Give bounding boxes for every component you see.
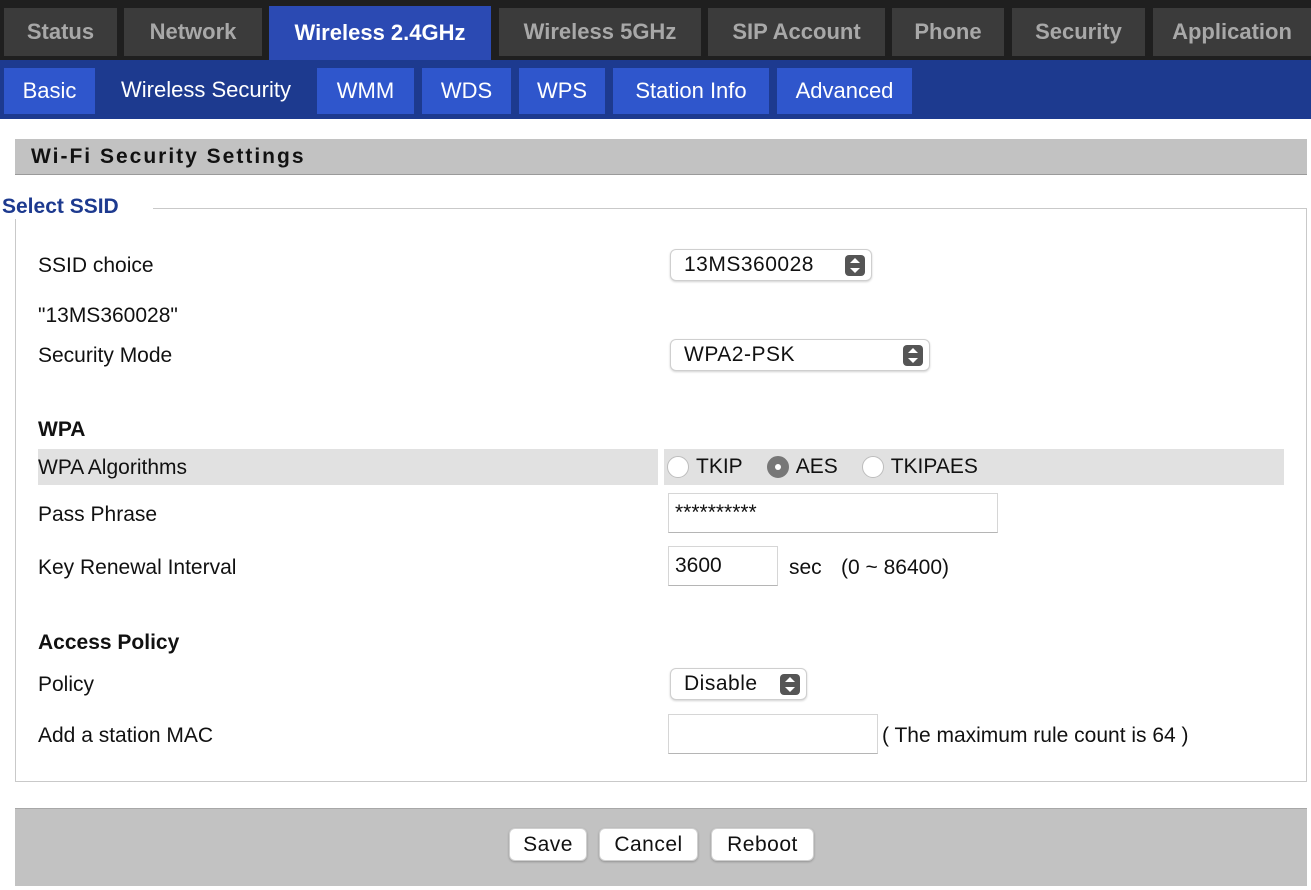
- add-mac-label: Add a station MAC: [38, 724, 214, 747]
- main-nav-bar: Status Network Wireless 2.4GHz Wireless …: [0, 0, 1311, 60]
- section-title: Wi-Fi Security Settings: [15, 139, 1307, 175]
- ssid-choice-select[interactable]: 13MS360028: [670, 249, 872, 281]
- subtab-wds[interactable]: WDS: [422, 68, 511, 114]
- select-arrows-icon: [903, 345, 923, 366]
- key-renewal-unit: sec: [789, 556, 822, 579]
- key-renewal-input[interactable]: 3600: [668, 546, 778, 586]
- select-arrows-icon: [845, 255, 865, 276]
- wpa-algorithms-label: WPA Algorithms: [38, 456, 187, 479]
- security-mode-value: WPA2-PSK: [684, 343, 795, 366]
- radio-tkipaes-label: TKIPAES: [890, 455, 978, 478]
- pass-phrase-label: Pass Phrase: [38, 503, 158, 526]
- sub-nav-bar: Basic Wireless Security WMM WDS WPS Stat…: [0, 60, 1311, 119]
- policy-value: Disable: [684, 672, 758, 695]
- key-renewal-range: (0 ~ 86400): [841, 556, 949, 579]
- wpa-algorithms-radio-group: TKIP AES TKIPAES: [667, 454, 1002, 480]
- tab-wireless-2-4ghz[interactable]: Wireless 2.4GHz: [269, 6, 491, 60]
- key-renewal-label: Key Renewal Interval: [38, 556, 237, 579]
- reboot-button[interactable]: Reboot: [711, 828, 814, 861]
- subtab-wireless-security[interactable]: Wireless Security: [103, 60, 309, 119]
- current-ssid-text: "13MS360028": [38, 304, 178, 327]
- tab-sip-account[interactable]: SIP Account: [708, 8, 885, 56]
- tab-status[interactable]: Status: [4, 8, 117, 56]
- max-rule-note: ( The maximum rule count is 64 ): [882, 724, 1189, 747]
- select-ssid-legend: Select SSID: [0, 195, 153, 219]
- policy-label: Policy: [38, 673, 95, 696]
- radio-tkip-label: TKIP: [696, 455, 743, 478]
- access-policy-heading: Access Policy: [38, 631, 180, 654]
- pass-phrase-input[interactable]: **********: [668, 493, 998, 533]
- cancel-button[interactable]: Cancel: [599, 828, 698, 861]
- select-ssid-fieldset: [15, 208, 1307, 782]
- security-mode-label: Security Mode: [38, 344, 173, 367]
- save-button[interactable]: Save: [509, 828, 587, 861]
- subtab-advanced[interactable]: Advanced: [777, 68, 912, 114]
- ssid-choice-label: SSID choice: [38, 254, 154, 277]
- tab-phone[interactable]: Phone: [892, 8, 1004, 56]
- radio-aes[interactable]: [766, 456, 789, 478]
- select-arrows-icon: [780, 674, 800, 695]
- add-mac-input[interactable]: [668, 714, 878, 754]
- radio-tkipaes[interactable]: [861, 456, 884, 478]
- subtab-wmm[interactable]: WMM: [317, 68, 414, 114]
- tab-security[interactable]: Security: [1012, 8, 1145, 56]
- tab-wireless-5ghz[interactable]: Wireless 5GHz: [499, 8, 701, 56]
- subtab-station-info[interactable]: Station Info: [613, 68, 769, 114]
- radio-aes-label: AES: [795, 455, 838, 478]
- subtab-basic[interactable]: Basic: [4, 68, 95, 114]
- ssid-choice-value: 13MS360028: [684, 253, 814, 276]
- security-mode-select[interactable]: WPA2-PSK: [670, 339, 930, 371]
- wpa-heading: WPA: [38, 418, 86, 441]
- tab-application[interactable]: Application: [1153, 8, 1311, 56]
- subtab-wps[interactable]: WPS: [519, 68, 605, 114]
- radio-tkip[interactable]: [667, 456, 689, 478]
- policy-select[interactable]: Disable: [670, 668, 807, 700]
- tab-network[interactable]: Network: [124, 8, 262, 56]
